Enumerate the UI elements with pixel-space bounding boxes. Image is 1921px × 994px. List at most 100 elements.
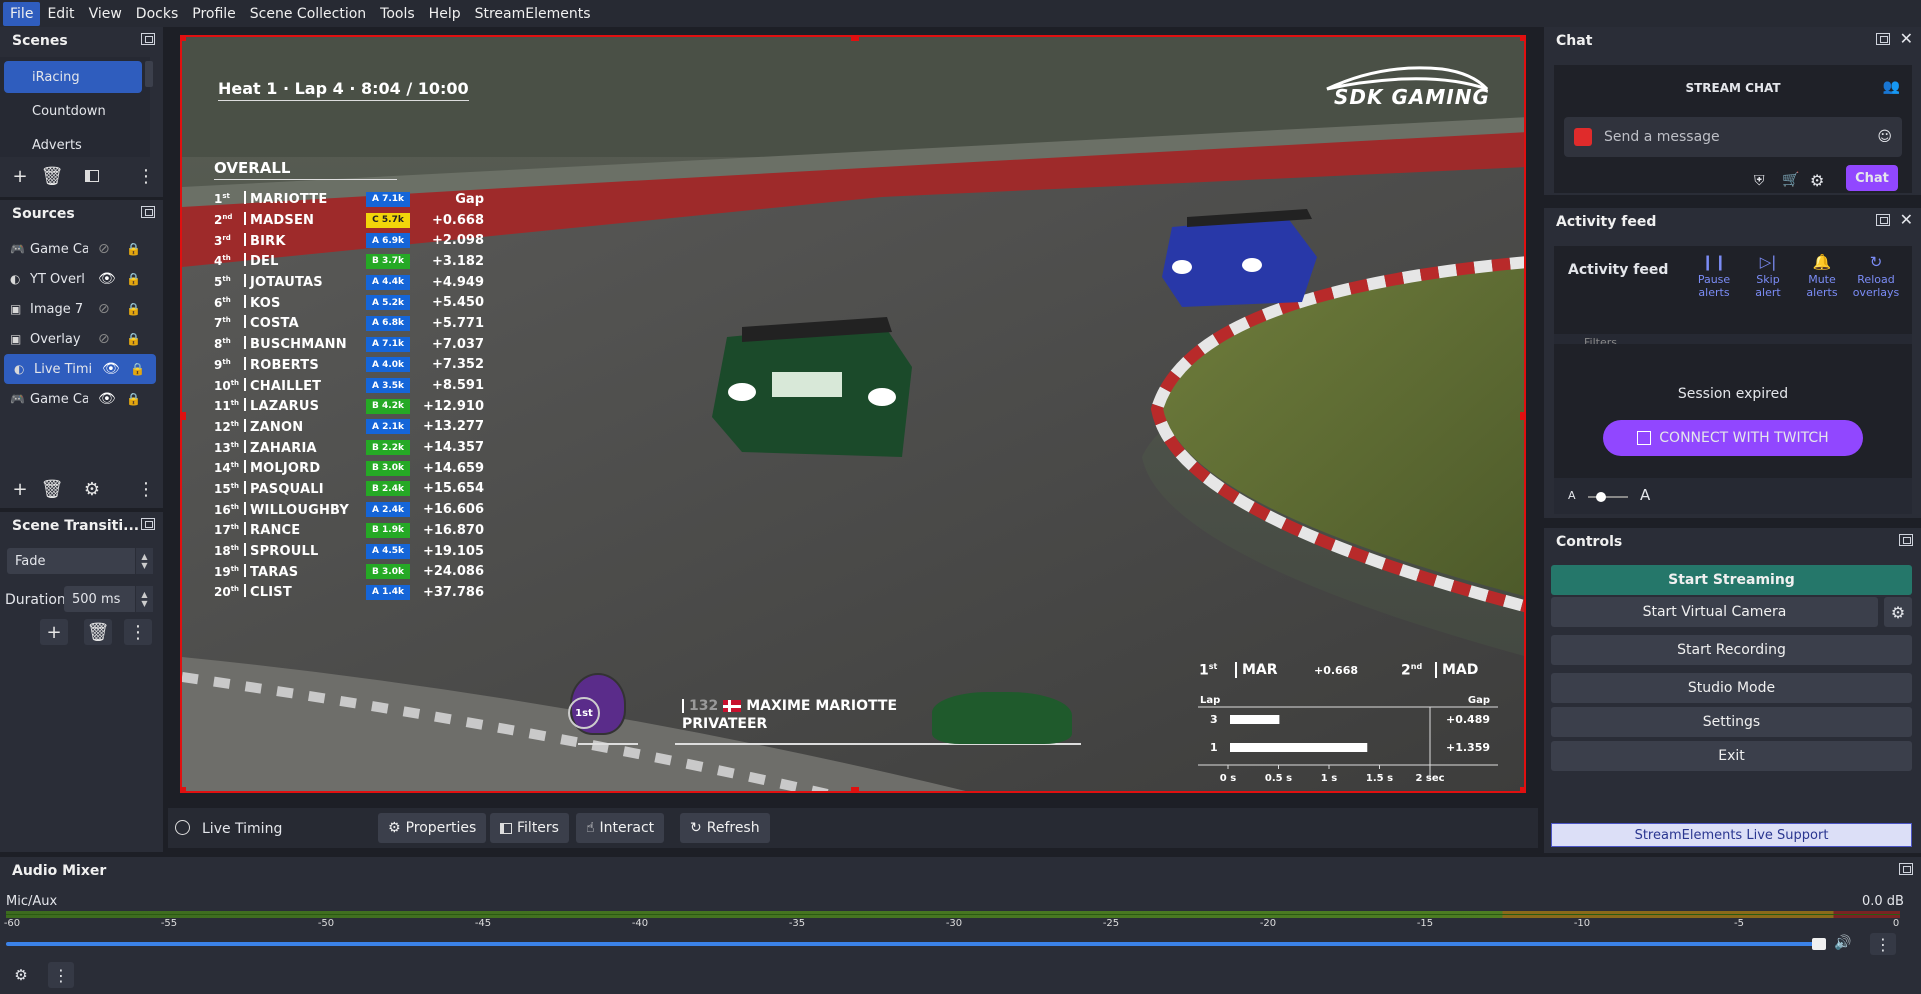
menu-help[interactable]: Help [422, 2, 468, 26]
chat-input[interactable]: Send a message ☺ [1564, 117, 1902, 157]
undock-icon[interactable] [1875, 33, 1890, 45]
filters-button[interactable]: Filters [490, 813, 569, 843]
menu-streamelements[interactable]: StreamElements [468, 2, 598, 26]
transition-menu-button[interactable]: ⋮ [124, 619, 152, 645]
lock-icon[interactable]: 🔒 [126, 392, 141, 406]
activity-label: Activity feed [1568, 262, 1669, 278]
close-icon[interactable]: ✕ [1900, 212, 1913, 228]
eye-icon[interactable]: 👁 [98, 391, 116, 407]
preview-canvas[interactable]: Heat 1 · Lap 4 · 8:04 / 10:00 SDK GAMING… [180, 35, 1526, 793]
scene-item[interactable]: iRacing [4, 61, 142, 93]
driver-car-thumb [932, 692, 1072, 744]
resize-handle-r[interactable] [1520, 412, 1524, 420]
driver-name-text: WILLOUGHBY [250, 502, 350, 518]
source-item[interactable]: ▣ Image 7 ⊘ 🔒 [0, 294, 160, 324]
resize-handle-l[interactable] [182, 412, 186, 420]
lock-icon[interactable]: 🔒 [126, 302, 141, 316]
source-item[interactable]: 🎮 Game Ca ⊘ 🔒 [0, 234, 160, 264]
menu-tools[interactable]: Tools [373, 2, 422, 26]
driver-team: PRIVATEER [682, 716, 768, 732]
undock-icon[interactable] [1875, 214, 1890, 226]
control-label: Start Streaming [1668, 572, 1795, 588]
add-scene-button[interactable]: + [6, 163, 34, 189]
remove-scene-button[interactable]: 🗑 [38, 163, 66, 189]
menu-edit[interactable]: Edit [40, 2, 81, 26]
users-icon[interactable]: 👥 [1883, 79, 1900, 95]
source-properties-button[interactable]: ⚙ [78, 476, 106, 502]
skip-alert-button[interactable]: ▷| Skip alert [1743, 255, 1793, 300]
resize-handle-bl[interactable] [182, 787, 186, 791]
undock-icon[interactable] [1899, 534, 1913, 546]
source-item[interactable]: ▣ Overlay ⊘ 🔒 [0, 324, 160, 354]
volume-slider-handle[interactable] [1812, 938, 1826, 950]
mixer-channel-menu[interactable]: ⋮ [1870, 933, 1896, 955]
exit-button[interactable]: Exit [1551, 741, 1912, 771]
interact-button[interactable]: ☝ Interact [576, 813, 665, 843]
live-support-button[interactable]: StreamElements Live Support [1551, 823, 1912, 847]
remove-source-button[interactable]: 🗑 [38, 476, 66, 502]
transition-select[interactable]: Fade ▲ ▼ [7, 548, 153, 574]
settings-button[interactable]: Settings [1551, 707, 1912, 737]
virtual-camera-settings-button[interactable]: ⚙ [1884, 597, 1912, 627]
shield-icon[interactable]: ⛨ [1754, 173, 1765, 189]
refresh-button[interactable]: ↻ Refresh [680, 813, 770, 843]
start-recording-button[interactable]: Start Recording [1551, 635, 1912, 665]
resize-handle-tl[interactable] [182, 37, 186, 41]
studio-mode-button[interactable]: Studio Mode [1551, 673, 1912, 703]
volume-slider[interactable] [6, 938, 1826, 950]
font-size-slider[interactable] [1588, 492, 1628, 502]
start-streaming-button[interactable]: Start Streaming [1551, 565, 1912, 595]
close-icon[interactable]: ✕ [1900, 31, 1913, 47]
lock-icon[interactable]: 🔒 [126, 332, 141, 346]
duration-field[interactable]: 500 ms ▲ ▼ [64, 586, 153, 612]
resize-handle-tr[interactable] [1520, 37, 1524, 41]
scene-item[interactable]: Countdown [0, 95, 150, 127]
undock-icon[interactable] [141, 206, 155, 218]
stepper-icon[interactable]: ▲ ▼ [135, 586, 153, 612]
eye-hidden-icon[interactable]: ⊘ [98, 301, 110, 317]
source-item[interactable]: 🎮 Game Ca 👁 🔒 [0, 384, 160, 414]
mute-alerts-button[interactable]: 🔔 Mute alerts [1797, 255, 1847, 300]
pause-alerts-button[interactable]: ❙❙ Pause alerts [1689, 255, 1739, 300]
speaker-icon[interactable]: 🔊 [1834, 935, 1851, 951]
eye-hidden-icon[interactable]: ⊘ [98, 241, 110, 257]
add-source-button[interactable]: + [6, 476, 34, 502]
menu-scene-collection[interactable]: Scene Collection [243, 2, 373, 26]
menu-file[interactable]: File [3, 1, 41, 26]
driver-name: MOLJORD [244, 460, 366, 476]
resize-handle-br[interactable] [1520, 787, 1524, 791]
eye-icon[interactable]: 👁 [102, 361, 120, 377]
add-transition-button[interactable]: + [40, 619, 68, 645]
reload-overlays-button[interactable]: ↻ Reload overlays [1851, 255, 1901, 300]
mixer-menu-button[interactable]: ⋮ [48, 962, 74, 988]
menu-profile[interactable]: Profile [185, 2, 243, 26]
connect-twitch-button[interactable]: CONNECT WITH TWITCH [1603, 420, 1863, 456]
undock-icon[interactable] [141, 33, 155, 45]
chat-send-button[interactable]: Chat [1846, 165, 1898, 191]
scene-menu-button[interactable]: ⋮ [132, 163, 160, 189]
eye-icon[interactable]: 👁 [98, 271, 116, 287]
scene-item[interactable]: Adverts [0, 129, 150, 161]
scene-scrollbar[interactable] [145, 61, 153, 87]
cart-icon[interactable]: 🛒 [1782, 172, 1799, 188]
menu-docks[interactable]: Docks [129, 2, 185, 26]
lock-icon[interactable]: 🔒 [126, 272, 141, 286]
source-item[interactable]: ◐ Live Timi 👁 🔒 [4, 354, 156, 384]
properties-button[interactable]: ⚙ Properties [378, 813, 487, 843]
undock-icon[interactable] [1899, 863, 1913, 875]
mixer-advanced-button[interactable]: ⚙ [8, 962, 34, 988]
source-item[interactable]: ◐ YT Overl 👁 🔒 [0, 264, 160, 294]
undock-icon[interactable] [141, 518, 155, 530]
resize-handle-t[interactable] [851, 37, 859, 41]
start-virtual-camera-button[interactable]: Start Virtual Camera [1551, 597, 1878, 627]
gear-icon[interactable]: ⚙ [1810, 171, 1824, 190]
eye-hidden-icon[interactable]: ⊘ [98, 331, 110, 347]
resize-handle-b[interactable] [851, 787, 859, 791]
menu-view[interactable]: View [82, 2, 129, 26]
lock-icon[interactable]: 🔒 [126, 242, 141, 256]
scene-filters-button[interactable] [78, 163, 106, 189]
source-menu-button[interactable]: ⋮ [132, 476, 160, 502]
lock-icon[interactable]: 🔒 [130, 362, 145, 376]
emoji-icon[interactable]: ☺ [1877, 129, 1892, 145]
remove-transition-button[interactable]: 🗑 [84, 619, 112, 645]
